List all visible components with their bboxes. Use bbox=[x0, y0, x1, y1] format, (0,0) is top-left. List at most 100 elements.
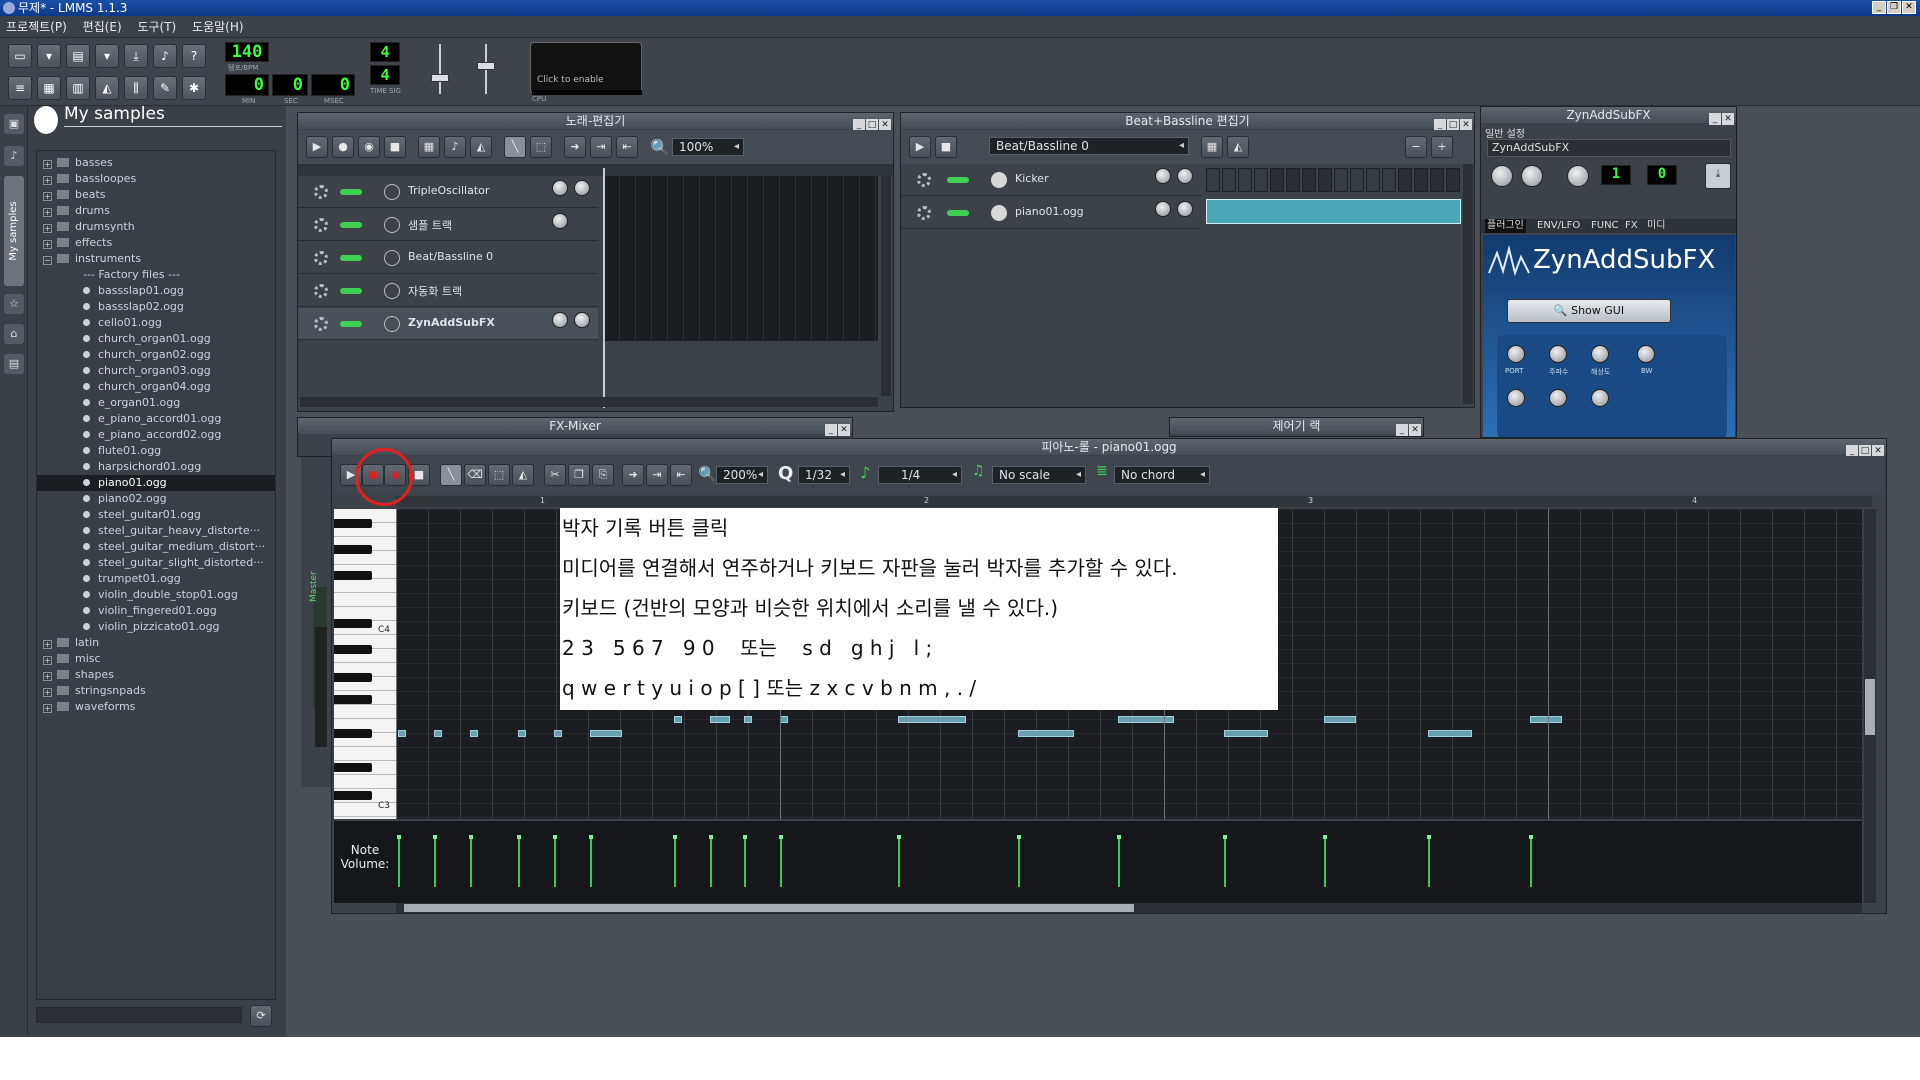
note-block[interactable] bbox=[780, 716, 788, 723]
song-horizontal-scrollbar[interactable] bbox=[300, 397, 878, 407]
pr-piano-keys[interactable]: C4 C3 bbox=[334, 509, 396, 819]
step-button[interactable] bbox=[1318, 168, 1332, 192]
note-block[interactable] bbox=[898, 716, 966, 723]
note-block[interactable] bbox=[434, 730, 442, 737]
step-button[interactable] bbox=[1414, 168, 1428, 192]
song-zoom-select[interactable]: 100% bbox=[672, 138, 744, 156]
pr-cut-icon[interactable]: ✂ bbox=[544, 464, 566, 486]
track-name[interactable]: piano01.ogg bbox=[1015, 205, 1084, 218]
song-track[interactable]: Beat/Bassline 0 bbox=[298, 242, 598, 274]
tree-file[interactable]: church_organ04.ogg bbox=[37, 379, 211, 395]
pr-hscroll-thumb[interactable] bbox=[404, 904, 1134, 912]
controller-rack-toggle-icon[interactable]: ✱ bbox=[182, 76, 206, 100]
note-block[interactable] bbox=[1118, 716, 1174, 723]
tree-file[interactable]: steel_guitar_slight_distorted··· bbox=[37, 555, 264, 571]
pr-vertical-scrollbar[interactable] bbox=[1864, 509, 1876, 903]
track-name[interactable]: TripleOscillator bbox=[408, 184, 489, 197]
zyn-tab-midi[interactable]: 미디 bbox=[1647, 219, 1665, 233]
song-pattern-grid[interactable] bbox=[603, 176, 878, 341]
piano-black-key[interactable] bbox=[334, 695, 372, 704]
song-track[interactable]: 샘플 트랙 bbox=[298, 209, 598, 241]
expand-icon[interactable]: + bbox=[43, 176, 52, 185]
tree-folder[interactable]: + basses bbox=[37, 155, 113, 171]
step-button[interactable] bbox=[1286, 168, 1300, 192]
tree-file[interactable]: piano02.ogg bbox=[37, 491, 167, 507]
whats-this-icon[interactable]: ? bbox=[182, 44, 206, 68]
fx-mixer-minimize-button[interactable]: _ bbox=[825, 424, 837, 436]
tree-folder[interactable]: − instruments bbox=[37, 251, 141, 267]
pr-stop-behaviour-icon[interactable]: ⇤ bbox=[670, 464, 692, 486]
tree-file[interactable]: steel_guitar_heavy_distorte··· bbox=[37, 523, 260, 539]
piano-black-key[interactable] bbox=[334, 645, 372, 654]
track-mute-toggle[interactable] bbox=[340, 321, 362, 327]
zyn-show-gui-button[interactable]: 🔍 Show GUI bbox=[1507, 299, 1671, 323]
expand-icon[interactable]: + bbox=[43, 688, 52, 697]
track-volume-knob[interactable] bbox=[1155, 201, 1171, 217]
track-name[interactable]: 샘플 트랙 bbox=[408, 217, 452, 233]
tree-folder[interactable]: + drumsynth bbox=[37, 219, 135, 235]
track-volume-knob[interactable] bbox=[1155, 168, 1171, 184]
tree-file[interactable]: e_piano_accord01.ogg bbox=[37, 411, 221, 427]
pr-detune-mode-icon[interactable]: ◭ bbox=[512, 464, 534, 486]
note-block[interactable] bbox=[554, 730, 562, 737]
tree-folder[interactable]: + shapes bbox=[37, 667, 114, 683]
pr-paste-icon[interactable]: ⎘ bbox=[592, 464, 614, 486]
step-button[interactable] bbox=[1222, 168, 1236, 192]
zyn-tab-fx[interactable]: FX bbox=[1625, 219, 1638, 233]
note-volume-bar[interactable] bbox=[1529, 835, 1533, 887]
zyn-filter-freq-knob[interactable] bbox=[1549, 345, 1567, 363]
track-settings-icon[interactable] bbox=[314, 185, 328, 199]
piano-black-key[interactable] bbox=[334, 519, 372, 528]
tree-file[interactable]: e_organ01.ogg bbox=[37, 395, 180, 411]
my-projects-tab-icon[interactable]: ♪ bbox=[4, 146, 24, 166]
note-block[interactable] bbox=[1324, 716, 1356, 723]
tree-file[interactable]: church_organ02.ogg bbox=[37, 347, 211, 363]
tempo-display[interactable]: 140 bbox=[225, 42, 269, 62]
pr-copy-icon[interactable]: ❐ bbox=[568, 464, 590, 486]
tree-folder[interactable]: + latin bbox=[37, 635, 99, 651]
track-volume-knob[interactable] bbox=[552, 180, 568, 196]
song-position-marker[interactable] bbox=[603, 168, 605, 408]
edit-mode-icon[interactable]: ⬚ bbox=[530, 136, 552, 158]
note-volume-bar[interactable] bbox=[1017, 835, 1021, 887]
piano-white-key[interactable] bbox=[334, 747, 396, 761]
tree-folder[interactable]: + misc bbox=[37, 651, 101, 667]
note-volume-bar[interactable] bbox=[433, 835, 437, 887]
bb-vertical-scrollbar[interactable] bbox=[1463, 164, 1473, 404]
note-volume-bar[interactable] bbox=[1323, 835, 1327, 887]
song-timeline[interactable] bbox=[298, 164, 893, 176]
auto-scroll-icon[interactable]: ➜ bbox=[564, 136, 586, 158]
instrument-plugins-tab-icon[interactable]: ▣ bbox=[4, 114, 24, 134]
pr-zoom-select[interactable]: 200% bbox=[716, 466, 768, 484]
expand-icon[interactable]: + bbox=[43, 640, 52, 649]
tree-folder[interactable]: + effects bbox=[37, 235, 112, 251]
song-vertical-scrollbar[interactable] bbox=[881, 176, 891, 396]
piano-black-key[interactable] bbox=[334, 545, 372, 554]
bb-play-icon[interactable]: ▶ bbox=[909, 136, 931, 158]
pr-timeline[interactable]: 1 2 3 4 bbox=[396, 496, 1872, 507]
track-mute-toggle[interactable] bbox=[947, 210, 969, 216]
bb-add-steps-right-icon[interactable]: + bbox=[1431, 136, 1453, 158]
add-automation-track-icon[interactable]: ◭ bbox=[470, 136, 492, 158]
piano-black-key[interactable] bbox=[334, 571, 372, 580]
tree-folder[interactable]: + stringsnpads bbox=[37, 683, 146, 699]
expand-icon[interactable]: + bbox=[43, 704, 52, 713]
note-block[interactable] bbox=[744, 716, 752, 723]
expand-icon[interactable]: + bbox=[43, 208, 52, 217]
pr-note-length-select[interactable]: 1/4 bbox=[878, 466, 962, 484]
zyn-filter-res-knob[interactable] bbox=[1591, 345, 1609, 363]
note-block[interactable] bbox=[1428, 730, 1472, 737]
tree-file[interactable]: steel_guitar_medium_distort··· bbox=[37, 539, 265, 555]
bb-add-automation-icon[interactable]: ◭ bbox=[1227, 136, 1249, 158]
tree-file[interactable]: violin_pizzicato01.ogg bbox=[37, 619, 220, 635]
track-panning-knob[interactable] bbox=[574, 312, 590, 328]
timesig-numerator[interactable]: 4 bbox=[370, 42, 400, 62]
fx-mixer-toggle-icon[interactable]: ⫼ bbox=[124, 76, 148, 100]
track-mute-toggle[interactable] bbox=[340, 189, 362, 195]
step-button[interactable] bbox=[1238, 168, 1252, 192]
zyn-pitch-range-display[interactable]: 1 bbox=[1601, 165, 1631, 185]
piano-white-key[interactable] bbox=[334, 705, 396, 719]
export-icon[interactable]: ♪ bbox=[153, 44, 177, 68]
menu-tools[interactable]: 도구(T) bbox=[131, 20, 182, 34]
add-sample-track-icon[interactable]: ♪ bbox=[444, 136, 466, 158]
